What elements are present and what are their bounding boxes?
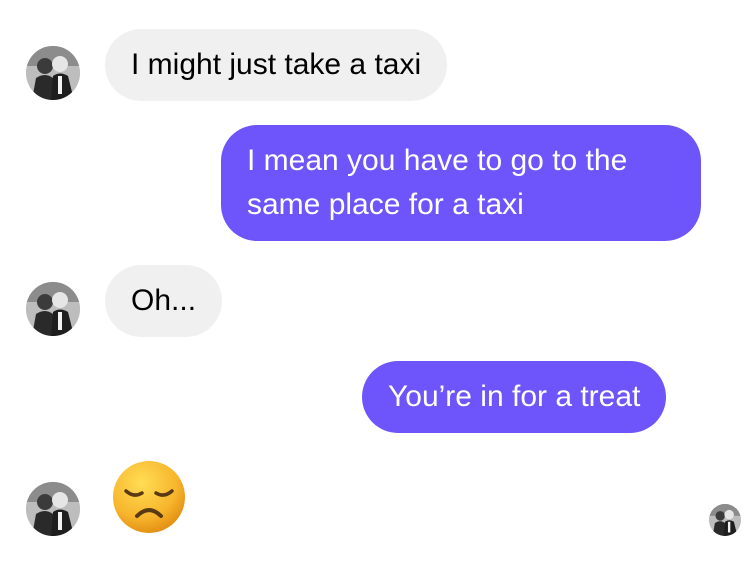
contact-avatar[interactable] [26, 482, 80, 536]
outgoing-message-bubble[interactable]: I mean you have to go to the same place … [221, 125, 701, 241]
message-text-line-2: same place for a taxi [247, 188, 524, 221]
message-thread: I might just take a taxi I mean you have… [0, 0, 750, 571]
incoming-message-bubble[interactable]: Oh... [105, 265, 223, 337]
message-text: You’re in for a treat [388, 380, 641, 413]
read-receipt-avatar [709, 504, 741, 536]
incoming-message-bubble[interactable]: I might just take a taxi [105, 29, 448, 101]
outgoing-message-bubble[interactable]: You’re in for a treat [362, 361, 667, 433]
disappointed-face-emoji-icon[interactable] [112, 460, 186, 534]
message-text-line-1: I mean you have to go to the [247, 144, 628, 177]
message-text: Oh... [131, 284, 197, 317]
contact-avatar[interactable] [26, 282, 80, 336]
message-text: I might just take a taxi [131, 48, 422, 81]
contact-avatar[interactable] [26, 46, 80, 100]
